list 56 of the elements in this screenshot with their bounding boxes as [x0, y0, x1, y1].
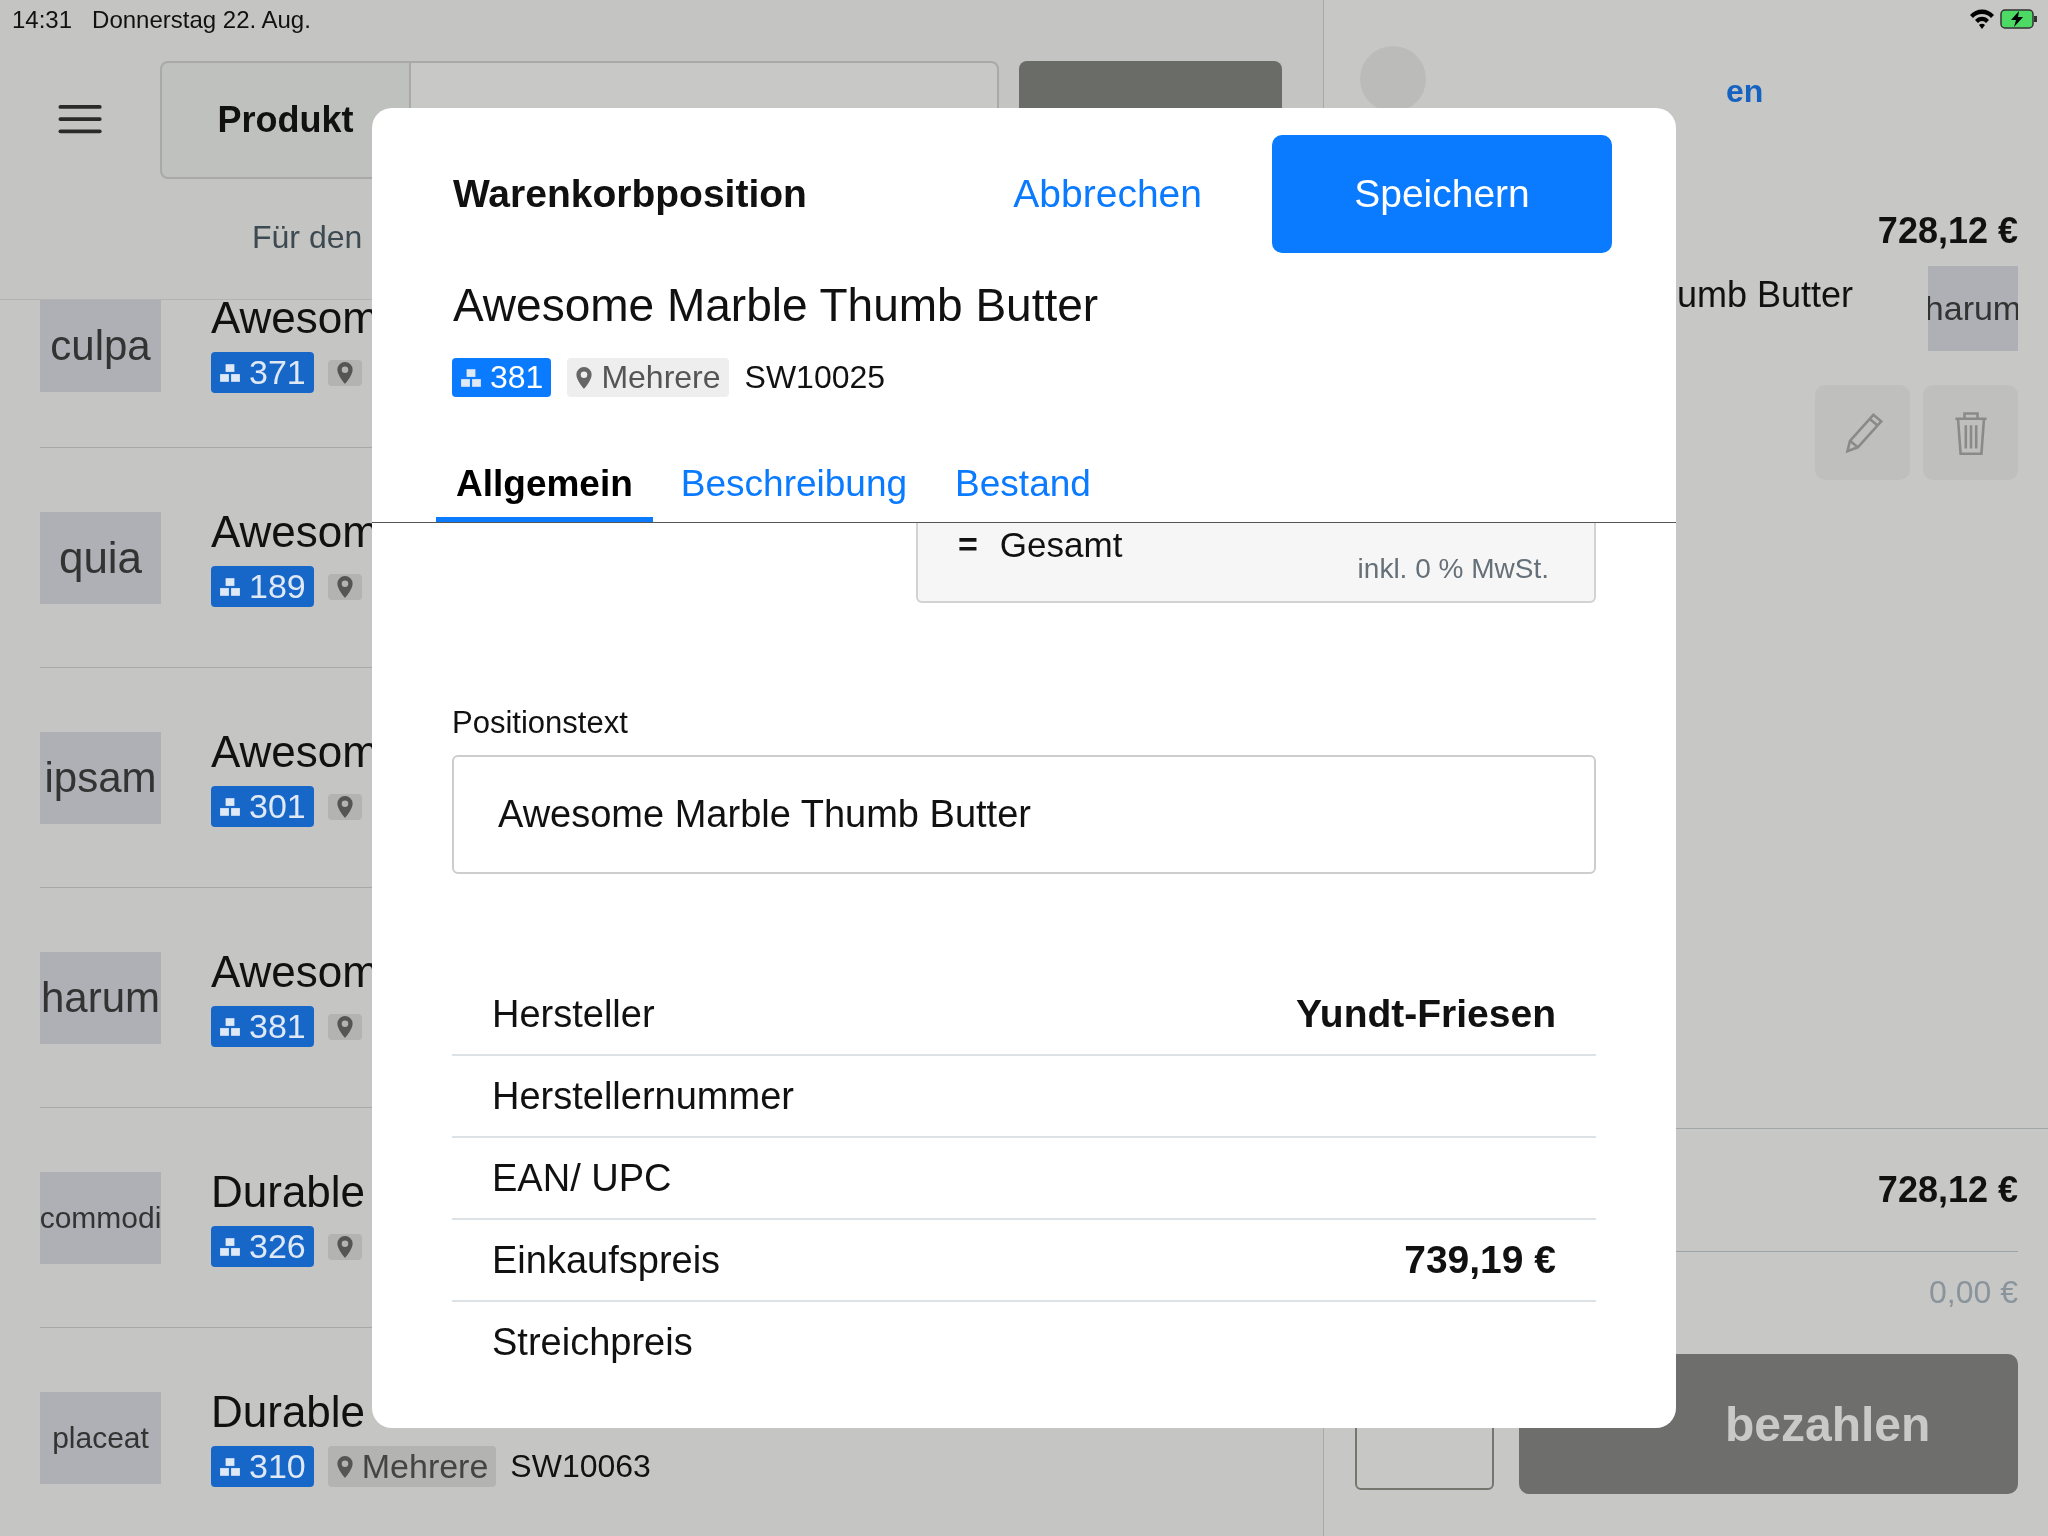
cancel-button[interactable]: Abbrechen: [1013, 172, 1202, 216]
field-label: Positionstext: [452, 705, 629, 741]
save-button[interactable]: Speichern: [1272, 135, 1612, 253]
tax-note: inkl. 0 % MwSt.: [1357, 553, 1549, 585]
cart-sum: 728,12 €: [1877, 1169, 2018, 1211]
paid-amount: 0,00 €: [1929, 1273, 2018, 1311]
location-badge: [327, 1233, 362, 1260]
product-thumbnail: placeat: [40, 1391, 161, 1484]
total-label: Gesamt: [999, 525, 1124, 565]
sku-text: SW10025: [744, 359, 886, 396]
position-text-field[interactable]: Awesome Marble Thumb Butter: [452, 755, 1596, 874]
location-badge: [327, 359, 362, 386]
subtitle: Für den: [252, 219, 363, 255]
detail-label: Einkaufspreis: [492, 1238, 721, 1282]
menu-icon[interactable]: [58, 105, 104, 135]
product-thumbnail: culpa: [40, 300, 161, 392]
tab[interactable]: Bestand: [935, 453, 1111, 522]
product-thumbnail: ipsam: [40, 731, 161, 824]
stock-badge: 310: [211, 1446, 314, 1488]
product-thumbnail: commodi: [40, 1171, 161, 1264]
status-date: Donnerstag 22. Aug.: [92, 6, 311, 34]
equals-sign: =: [958, 525, 978, 564]
add-customer-link[interactable]: en: [1726, 73, 1764, 110]
location-badge: [327, 573, 362, 600]
status-time: 14:31: [12, 6, 73, 34]
stock-badge: 301: [211, 786, 314, 828]
location-badge: [327, 793, 362, 820]
tab[interactable]: Beschreibung: [660, 453, 928, 522]
product-title[interactable]: Durable: [211, 1167, 372, 1217]
location-badge: Mehrere: [567, 358, 729, 397]
product-thumbnail: quia: [40, 511, 161, 604]
stock-badge: 381: [211, 1006, 314, 1048]
cart-total: 728,12 €: [1876, 210, 2018, 252]
edit-button[interactable]: [1815, 385, 1910, 480]
detail-label: Herstellernummer: [492, 1074, 794, 1118]
stock-badge: 189: [211, 566, 314, 608]
tab[interactable]: Allgemein: [436, 453, 653, 522]
location-badge: Mehrere: [327, 1446, 497, 1488]
stock-badge: 326: [211, 1226, 314, 1268]
detail-label: Streichpreis: [492, 1320, 693, 1364]
sku-text: SW10063: [510, 1448, 651, 1486]
location-badge: [327, 1013, 362, 1040]
detail-label: EAN/ UPC: [492, 1156, 672, 1200]
stock-badge: 371: [211, 352, 314, 394]
product-thumbnail: harum: [40, 951, 161, 1044]
detail-label: Hersteller: [492, 992, 655, 1036]
detail-value: 739,19 €: [1404, 1238, 1556, 1282]
delete-button[interactable]: [1923, 385, 2018, 480]
cart-item-name: umb Butter: [1677, 274, 1854, 317]
dialog-title: Warenkorbposition: [453, 172, 808, 216]
product-title[interactable]: Durable: [211, 1387, 372, 1437]
stock-badge: 381: [452, 358, 552, 397]
detail-value: Yundt-Friesen: [1295, 992, 1556, 1036]
wifi-battery-icon: [1968, 6, 2038, 32]
product-name: Awesome Marble Thumb Butter: [452, 278, 1100, 332]
product-segment[interactable]: Produkt: [160, 61, 411, 179]
